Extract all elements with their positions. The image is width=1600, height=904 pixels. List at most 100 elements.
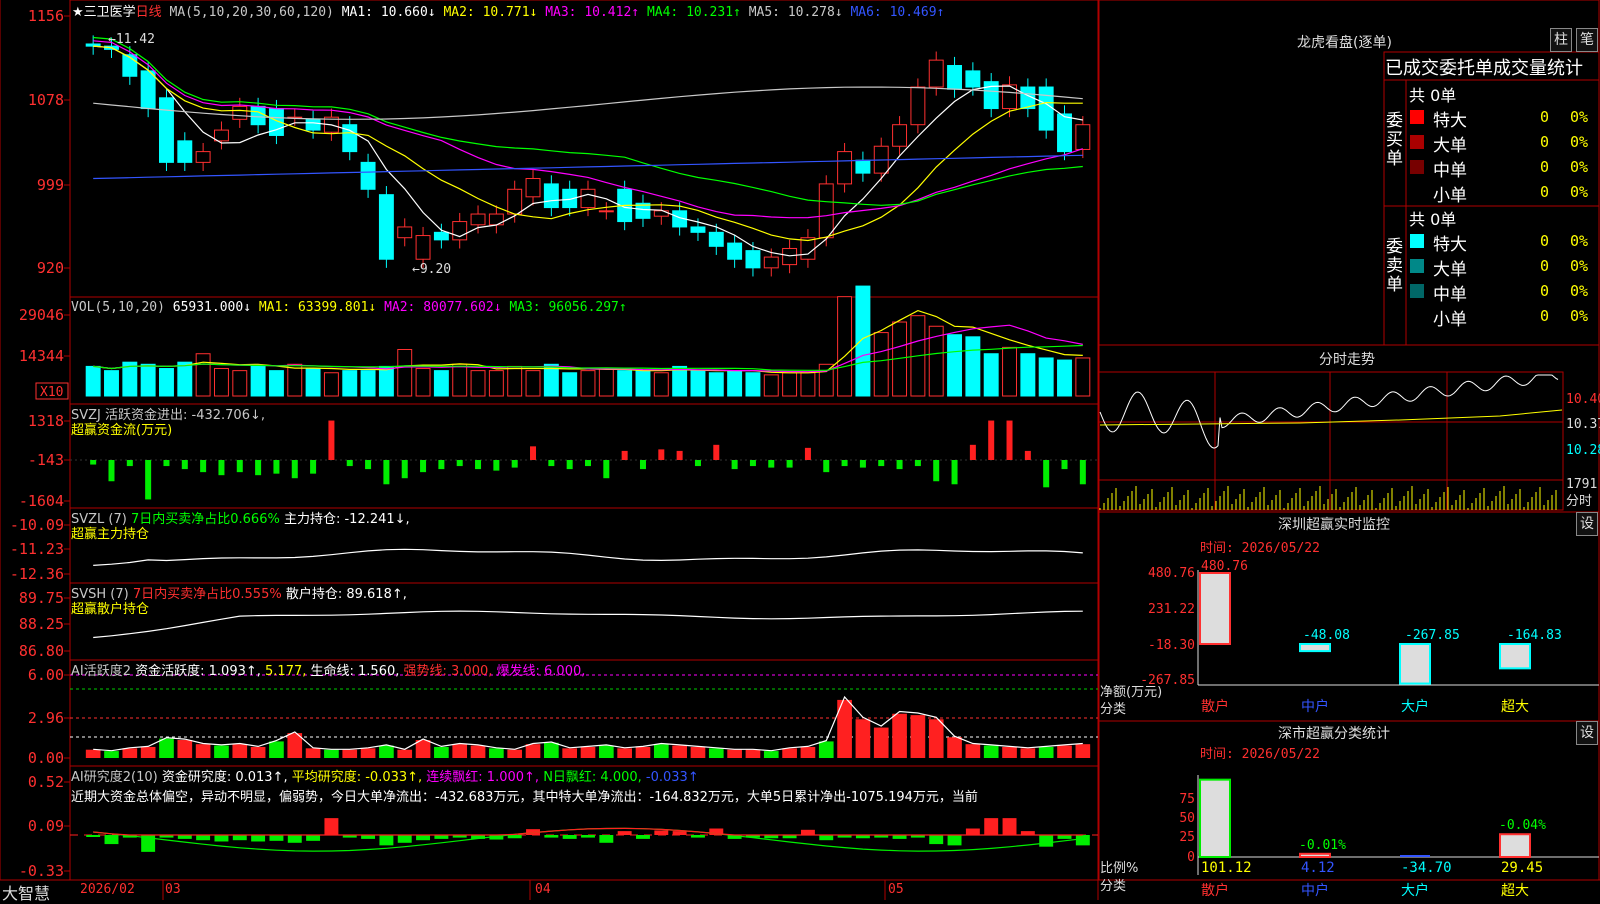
vol-header-item-0: VOL(5,10,20) [71,300,173,315]
period-label[interactable]: 日线 [136,5,162,20]
vol-header: VOL(5,10,20) 65931.000↓ MA1: 63399.801↓ … [71,300,627,315]
sh-ytick-1: 50 [1179,811,1195,826]
svzj-subtitle: 超赢资金流(万元) [71,423,173,438]
intraday-vol-tick: 1791 [1566,477,1597,492]
sz-time: 时间: 2026/05/22 [1200,541,1320,556]
sz-bar-2 [1399,643,1431,685]
date-label-may: 05 [888,882,904,897]
ai2-header-item-3: 连续飘红: 1.000↑, [426,770,544,785]
sh-cat-3: 超大 [1501,883,1529,899]
buy-row-pct-0: 0% [1570,108,1589,126]
sz-ytick-0: 480.76 [1148,566,1195,581]
buy-row-value-2: 0 [1540,158,1550,176]
intraday-price-line [1099,374,1559,449]
kline-header-item-5: MA5: 10.278↓ [748,5,851,20]
buy-row-pct-2: 0% [1570,158,1589,176]
sell-row-pct-1: 0% [1570,257,1589,275]
sell-row-pct-3: 0% [1570,307,1589,325]
right-border-1 [1098,344,1600,513]
sell-row-pct-0: 0% [1570,232,1589,250]
sell-row-name-3: 小单 [1433,310,1467,330]
intraday-unit: 分时 [1566,494,1592,509]
brand-logo: 大智慧 [2,884,51,903]
buy-row-color-2 [1410,160,1424,174]
sh-ytick-2: 25 [1179,830,1195,845]
sh-bar-top-3: -0.04% [1499,818,1546,833]
ai2-header: AI研究度2(10) 资金研究度: 0.013↑, 平均研究度: -0.033↑… [71,766,699,785]
dragon-header: 已成交委托单成交量统计 [1385,58,1583,79]
buy-row-name-3: 小单 [1433,186,1467,206]
kline-header-item-1: MA1: 10.660↓ [341,5,444,20]
vol-header-item-3: MA2: 80077.602↓ [384,300,510,315]
buy-row-name-0: 特大 [1433,111,1467,131]
buy-row-value-3: 0 [1540,183,1550,201]
sh-val-3: 29.45 [1501,860,1543,876]
sh-cat-1: 中户 [1301,882,1329,899]
sh-settings-button[interactable]: 设 [1576,721,1598,745]
bar-mode-button[interactable]: 柱 [1550,28,1572,52]
ai2-header-item-2: 平均研究度: -0.033↑, [291,770,427,785]
sz-bar-label-0: 480.76 [1201,559,1248,574]
sh-bar-top-1: -0.01% [1299,838,1346,853]
sz-bar-1 [1299,643,1331,653]
sell-row-name-2: 中单 [1433,285,1467,305]
ai1-header-item-3: 生命线: 1.560, [310,664,404,679]
ai1-header-item-0: AI活跃度2 [71,664,136,679]
intraday-avg-line [1099,409,1563,426]
tick-mode-button[interactable]: 笔 [1576,28,1598,52]
sell-row-color-3 [1410,309,1424,323]
svzl-header-item-1: 7日内买卖净占比0.666% [130,512,284,527]
sh-ytick-3: 0 [1187,850,1195,865]
sz-bar-label-1: -48.08 [1303,628,1350,643]
sh-val-1: 4.12 [1301,860,1335,876]
intraday-title: 分时走势 [1319,352,1375,368]
buy-order-label: 委买单 [1386,111,1403,169]
sz-bar-3 [1499,643,1531,670]
sh-stats-title: 深市超赢分类统计 [1278,726,1390,742]
sz-cat-3: 超大 [1501,699,1529,715]
sz-settings-button[interactable]: 设 [1576,512,1598,536]
kline-header-item-2: MA2: 10.771↓ [443,5,546,20]
ai1-header-item-2: 5.177, [265,664,311,679]
dragon-title: 龙虎看盘(逐单) [1297,35,1392,51]
sz-xlabel: 分类 [1100,702,1127,717]
ai2-header-item-5: -0.033↑ [645,770,699,785]
sh-cat-2: 大户 [1401,882,1429,899]
sz-bar-label-2: -267.85 [1405,628,1460,643]
sell-row-name-0: 特大 [1433,235,1467,255]
svsh-header-item-1: 7日内买卖净占比0.555% [132,587,286,602]
sh-val-0: 101.12 [1201,860,1252,876]
sz-ytick-2: -18.30 [1148,638,1195,653]
svzl-header-item-2: 主力持仓: -12.241↓, [283,512,410,527]
sh-time: 时间: 2026/05/22 [1200,747,1320,762]
intraday-box [1098,371,1564,511]
buy-row-color-3 [1410,185,1424,199]
sell-row-color-2 [1410,284,1424,298]
stock-title[interactable]: ★三卫医学 [72,5,136,20]
sell-total: 共 0单 [1409,210,1457,229]
ai1-header-item-1: 资金活跃度: 1.093↑, [135,664,266,679]
sh-bar-2 [1400,855,1430,857]
svzl-subtitle: 超赢主力持仓 [71,527,150,542]
kline-header-item-6: MA6: 10.469↑ [850,5,945,20]
svsh-subtitle: 超赢散户持仓 [71,602,150,617]
sz-monitor-title: 深圳超赢实时监控 [1278,517,1390,533]
sell-row-color-0 [1410,234,1424,248]
date-label-mar: 03 [165,882,181,897]
vol-header-item-4: MA3: 96056.297↑ [509,300,627,315]
date-label-apr: 04 [535,882,551,897]
sell-row-value-3: 0 [1540,307,1550,325]
sell-order-label: 委卖单 [1386,237,1403,295]
kline-header: ★三卫医学日线 MA(5,10,20,30,60,120) MA1: 10.66… [72,1,944,20]
sh-bar-0 [1199,778,1231,859]
ai2-header-item-0: AI研究度2(10) [71,770,162,785]
intraday-ytick-1: 10.37 [1566,417,1600,432]
sh-bar-3 [1499,833,1531,859]
sh-cat-0: 散户 [1201,882,1229,899]
buy-row-name-1: 大单 [1433,136,1467,156]
sz-cat-0: 散户 [1201,698,1229,715]
vol-header-item-1: 65931.000↓ [172,300,259,315]
right-panels: 10.40 10.37 10.28 1791 分时 480.76 231.22 -18.30 -… [1098,0,1600,899]
sell-row-name-1: 大单 [1433,260,1467,280]
kline-header-item-4: MA4: 10.231↑ [646,5,749,20]
